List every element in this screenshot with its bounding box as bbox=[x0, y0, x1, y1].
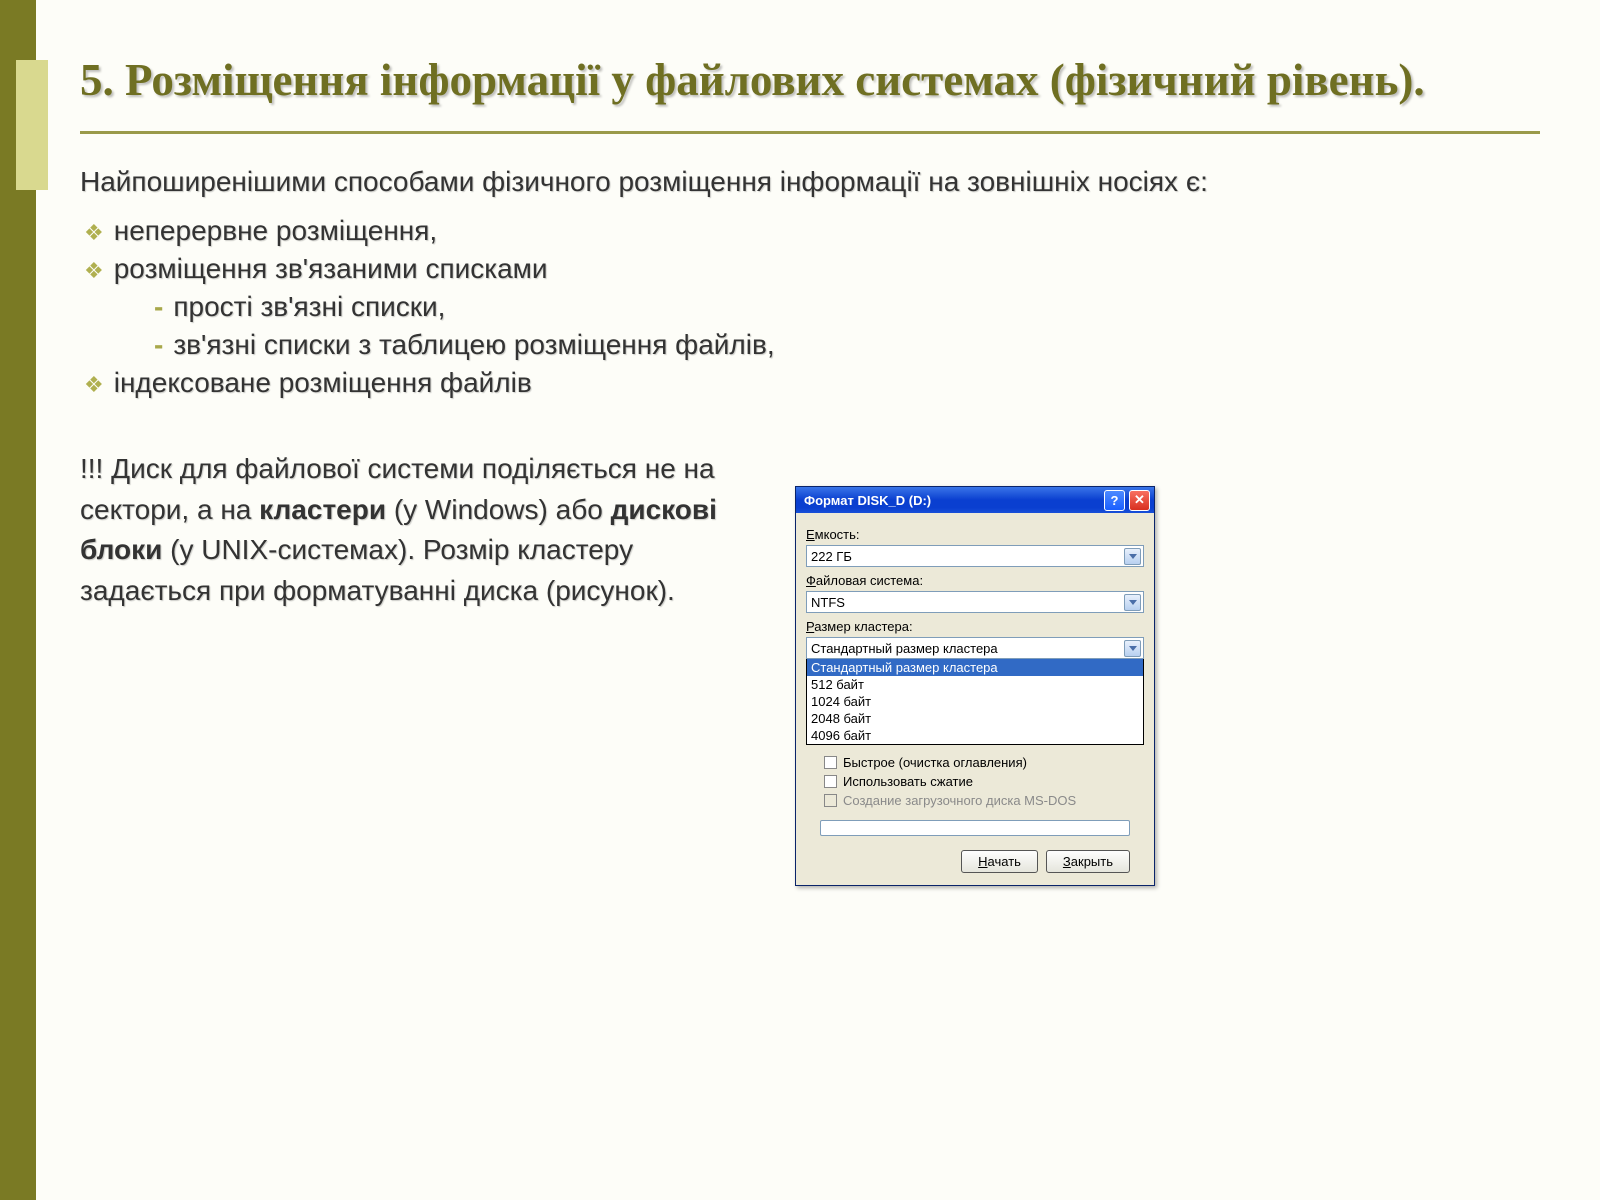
bullet-text: розміщення зв'язаними списками bbox=[114, 253, 548, 285]
help-button[interactable]: ? bbox=[1104, 490, 1125, 511]
checkbox-icon[interactable] bbox=[824, 756, 837, 769]
msdos-checkbox: Создание загрузочного диска MS-DOS bbox=[824, 793, 1144, 808]
close-button[interactable]: Закрыть bbox=[1046, 850, 1130, 873]
note-text: (у Windows) або bbox=[386, 494, 611, 525]
progress-bar bbox=[820, 820, 1130, 836]
filesystem-select[interactable]: NTFS bbox=[806, 591, 1144, 613]
cluster-dropdown[interactable]: Стандартный размер кластера 512 байт 102… bbox=[806, 659, 1144, 745]
bullet-item: ❖ індексоване розміщення файлів bbox=[84, 367, 1540, 399]
dash-icon: - bbox=[154, 291, 163, 323]
checkbox-icon bbox=[824, 794, 837, 807]
sub-bullet-text: прості зв'язні списки, bbox=[173, 291, 445, 323]
sub-bullet-text: зв'язні списки з таблицею розміщення фай… bbox=[173, 329, 774, 361]
quick-format-checkbox[interactable]: Быстрое (очистка оглавления) bbox=[824, 755, 1144, 770]
capacity-value: 222 ГБ bbox=[811, 549, 1124, 564]
compression-checkbox[interactable]: Использовать сжатие bbox=[824, 774, 1144, 789]
cluster-label: Размер кластера: bbox=[806, 619, 1144, 634]
chevron-down-icon[interactable] bbox=[1124, 548, 1141, 565]
titlebar[interactable]: Формат DISK_D (D:) ? ✕ bbox=[796, 487, 1154, 513]
diamond-icon: ❖ bbox=[84, 222, 104, 244]
side-stripe bbox=[0, 0, 36, 1200]
dropdown-option[interactable]: 1024 байт bbox=[807, 693, 1143, 710]
dropdown-option[interactable]: Стандартный размер кластера bbox=[807, 659, 1143, 676]
checkbox-label: Создание загрузочного диска MS-DOS bbox=[843, 793, 1076, 808]
chevron-down-icon[interactable] bbox=[1124, 594, 1141, 611]
capacity-label: Емкость: bbox=[806, 527, 1144, 542]
close-icon[interactable]: ✕ bbox=[1129, 490, 1150, 511]
note-bold: кластери bbox=[259, 494, 386, 525]
bullet-item: ❖ неперервне розміщення, bbox=[84, 215, 1540, 247]
cluster-value: Стандартный размер кластера bbox=[811, 641, 1124, 656]
button-row: Начать Закрыть bbox=[806, 844, 1144, 875]
sub-bullet-item: - прості зв'язні списки, bbox=[154, 291, 1540, 323]
dropdown-option[interactable]: 512 байт bbox=[807, 676, 1143, 693]
title-divider bbox=[80, 131, 1540, 134]
diamond-icon: ❖ bbox=[84, 260, 104, 282]
intro-text: Найпоширенішими способами фізичного розм… bbox=[80, 162, 1540, 201]
cluster-select[interactable]: Стандартный размер кластера bbox=[806, 637, 1144, 659]
checkbox-icon[interactable] bbox=[824, 775, 837, 788]
bullet-text: індексоване розміщення файлів bbox=[114, 367, 532, 399]
bullet-list: ❖ неперервне розміщення, ❖ розміщення зв… bbox=[84, 215, 1540, 399]
bullet-text: неперервне розміщення, bbox=[114, 215, 437, 247]
dropdown-option[interactable]: 2048 байт bbox=[807, 710, 1143, 727]
filesystem-value: NTFS bbox=[811, 595, 1124, 610]
dash-icon: - bbox=[154, 329, 163, 361]
capacity-select[interactable]: 222 ГБ bbox=[806, 545, 1144, 567]
sub-bullet-item: - зв'язні списки з таблицею розміщення ф… bbox=[154, 329, 1540, 361]
start-button[interactable]: Начать bbox=[961, 850, 1038, 873]
dropdown-option[interactable]: 4096 байт bbox=[807, 727, 1143, 744]
dialog-body: Емкость: 222 ГБ Файловая система: NTFS Р… bbox=[796, 513, 1154, 885]
note-text: (у UNIX-системах). Розмір кластеру задає… bbox=[80, 534, 675, 606]
filesystem-label: Файловая система: bbox=[806, 573, 1144, 588]
note-paragraph: !!! Диск для файлової системи поділяєтьс… bbox=[80, 449, 730, 611]
slide-title: 5. Розміщення інформації у файлових сист… bbox=[80, 50, 1540, 111]
diamond-icon: ❖ bbox=[84, 374, 104, 396]
slide-content: 5. Розміщення інформації у файлових сист… bbox=[80, 50, 1540, 611]
chevron-down-icon[interactable] bbox=[1124, 640, 1141, 657]
dialog-title: Формат DISK_D (D:) bbox=[804, 493, 1100, 508]
format-dialog: Формат DISK_D (D:) ? ✕ Емкость: 222 ГБ Ф… bbox=[795, 486, 1155, 886]
bullet-item: ❖ розміщення зв'язаними списками bbox=[84, 253, 1540, 285]
